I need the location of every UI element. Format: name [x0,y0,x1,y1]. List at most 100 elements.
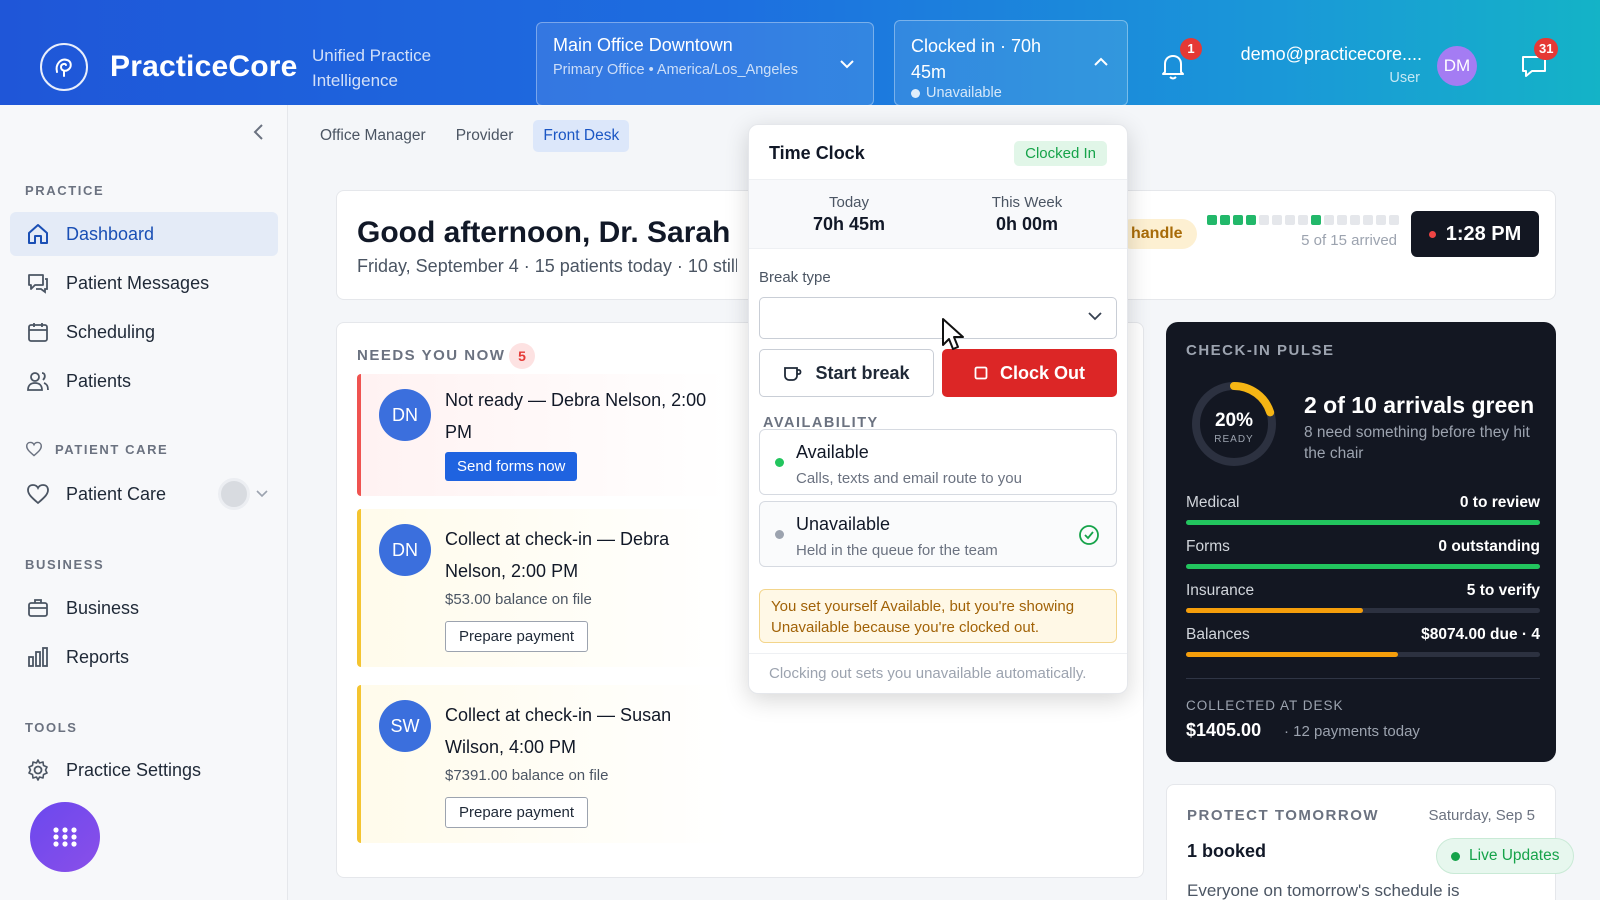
send-forms-button[interactable]: Send forms now [445,452,578,481]
sidebar-item-label: Business [66,597,140,618]
stat-value: 0h 00m [995,214,1059,234]
metric-forms: Forms 0 outstanding [1186,538,1540,569]
coffee-icon [784,367,802,381]
chevron-down-icon[interactable] [256,490,268,498]
live-dot-icon [1451,851,1460,861]
status-dot-icon [775,530,784,539]
availability-option-available[interactable]: Available Calls, texts and email route t… [759,429,1117,495]
option-description: Calls, texts and email route to you [796,470,1022,487]
check-in-pulse-card: CHECK-IN PULSE 20% READY 2 of 10 arrival… [1166,322,1556,762]
sidebar-item-patient-messages[interactable]: Patient Messages [10,261,278,305]
tab-front-desk[interactable]: Front Desk [533,120,630,152]
chevron-down-icon [840,60,854,69]
sidebar-item-label: Scheduling [66,321,156,342]
app-launcher-button[interactable] [30,802,100,872]
arrival-dot [1389,215,1399,225]
prepare-payment-button[interactable]: Prepare payment [445,621,589,652]
calendar-icon [28,323,48,342]
break-type-select[interactable] [759,297,1117,339]
live-updates-label: Live Updates [1469,847,1560,864]
user-email[interactable]: demo@practicecore.... [1232,44,1422,65]
handle-badge: handle [1117,219,1197,249]
metric-value: $8074.00 due · 4 [1421,626,1540,643]
arrival-dot [1298,215,1308,225]
chevron-down-icon [1088,312,1102,321]
sidebar-item-practice-settings[interactable]: Practice Settings [10,748,278,792]
section-label-tools: TOOLS [25,720,78,735]
option-title: Unavailable [796,514,891,534]
popover-title: Time Clock [769,143,865,163]
office-selector[interactable]: Main Office Downtown Primary Office • Am… [536,22,874,106]
clock-out-button[interactable]: Clock Out [942,349,1117,397]
live-dot-icon [1428,230,1436,238]
briefcase-icon [28,599,48,617]
stat-value: 70h 45m [812,214,886,234]
needs-label: NEEDS YOU NOW [357,347,506,364]
clocked-in-badge: Clocked In [1014,141,1107,166]
collapse-sidebar-icon[interactable] [252,123,264,141]
availability-warning: You set yourself Available, but you're s… [759,589,1117,643]
sidebar-item-patients[interactable]: Patients [10,359,278,403]
metric-bar-fill [1186,564,1540,569]
status-dot-icon [775,458,784,467]
status-dot-icon [911,88,920,98]
arrival-progress [1207,215,1399,225]
live-updates-badge[interactable]: Live Updates [1436,838,1575,874]
messages-icon [28,274,48,294]
metric-insurance: Insurance 5 to verify [1186,582,1540,613]
tab-office-manager[interactable]: Office Manager [310,120,436,152]
arrival-dot [1363,215,1373,225]
office-name: Main Office Downtown [553,35,733,55]
avatar: DN [379,524,431,576]
loading-spinner-icon [218,478,250,510]
sidebar-item-label: Patient Messages [66,272,210,293]
logo-icon [40,43,88,91]
task-balance: $53.00 balance on file [445,591,592,608]
time-stats: Today 70h 45m This Week 0h 00m [749,179,1127,249]
sidebar: PRACTICE Dashboard Patient Messages Sche… [0,105,288,900]
mouse-cursor-icon [942,318,964,350]
arrival-dot [1272,215,1282,225]
section-patient-care: PATIENT CARE [25,441,168,457]
divider [749,653,1127,654]
arrival-dot [1246,215,1256,225]
avatar[interactable]: DM [1437,46,1477,86]
heart-icon [27,484,49,505]
arrival-dot [1233,215,1243,225]
divider [1186,678,1540,679]
prepare-payment-button[interactable]: Prepare payment [445,797,589,828]
arrival-dot [1207,215,1217,225]
task-item: DN Collect at check-in — Debra Nelson, 2… [357,509,729,667]
metric-value: 0 to review [1459,494,1540,511]
sidebar-item-business[interactable]: Business [10,586,278,630]
pulse-description: 8 need something before they hit the cha… [1304,424,1530,462]
section-label-business: BUSINESS [25,557,105,572]
user-role: User [1389,70,1420,86]
sidebar-item-dashboard[interactable]: Dashboard [10,212,278,256]
arrival-dot [1220,215,1230,225]
sidebar-item-scheduling[interactable]: Scheduling [10,310,278,354]
protect-booked: 1 booked [1187,841,1267,861]
collected-label: COLLECTED AT DESK [1186,698,1344,713]
protect-description: Everyone on tomorrow's schedule is [1187,881,1460,900]
task-item: DN Not ready — Debra Nelson, 2:00 PM Sen… [357,374,729,496]
arrival-dot [1285,215,1295,225]
tab-provider[interactable]: Provider [446,120,524,152]
ready-label: READY [1214,434,1254,445]
greeting-title: Good afternoon, Dr. Sarah [357,216,731,249]
start-break-button[interactable]: Start break [759,349,934,397]
task-balance: $7391.00 balance on file [445,767,609,784]
clock-status-toggle[interactable]: Clocked in · 70h 45m Unavailable [894,20,1128,106]
sidebar-item-label: Practice Settings [66,759,202,780]
sidebar-item-reports[interactable]: Reports [10,635,278,679]
top-header: PracticeCore Unified Practice Intelligen… [0,0,1600,106]
time-clock-popover: Time Clock Clocked In Today 70h 45m This… [748,124,1128,694]
sidebar-item-label: Patient Care [66,483,167,504]
sidebar-item-label: Patients [66,370,132,391]
sidebar-item-patient-care[interactable]: Patient Care [10,472,278,516]
notification-badge: 1 [1180,38,1202,60]
metric-bar [1186,520,1540,525]
task-title: Collect at check-in — Susan Wilson, 4:00… [445,705,672,757]
gear-icon [28,759,48,781]
availability-option-unavailable[interactable]: Unavailable Held in the queue for the te… [759,501,1117,567]
